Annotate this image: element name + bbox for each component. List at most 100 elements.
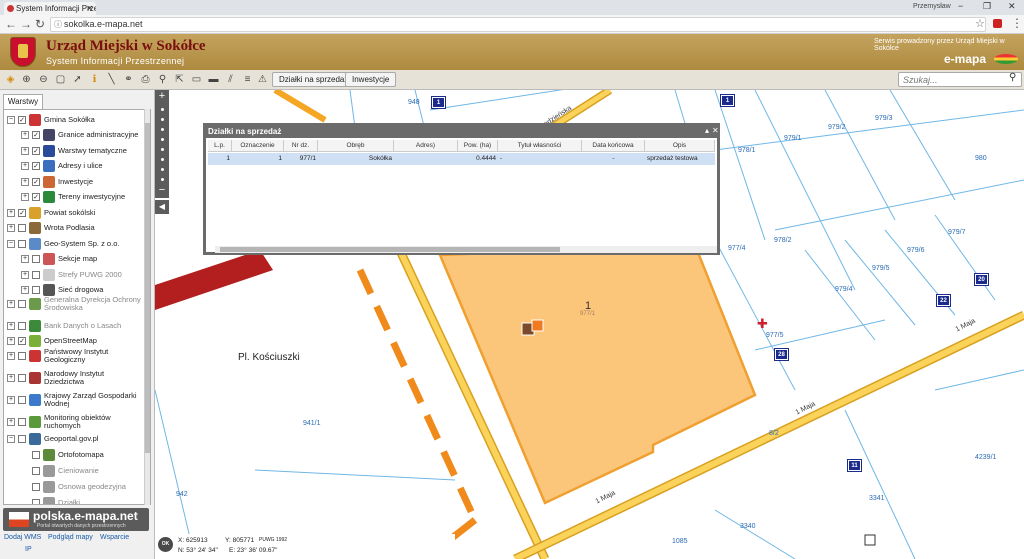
layer-item[interactable]: + Strefy PUWG 2000: [21, 267, 145, 282]
expand-toggle[interactable]: +: [21, 192, 29, 201]
column-header[interactable]: Data końcowa: [582, 140, 645, 152]
layer-item[interactable]: + ✓ Granice administracyjne: [21, 127, 145, 142]
browser-user[interactable]: Przemysław: [913, 3, 951, 10]
url-input[interactable]: ⓘ sokolka.e-mapa.net: [50, 17, 986, 32]
layer-item[interactable]: − ✓ Gmina Sokółka: [7, 112, 145, 127]
menu-icon[interactable]: ≡: [241, 73, 254, 86]
scrollbar-thumb[interactable]: [220, 247, 560, 252]
close-window-icon[interactable]: ✕: [1008, 1, 1016, 12]
layer-tree-scrollbar[interactable]: [144, 109, 150, 505]
map-preview-link[interactable]: Podgląd mapy: [48, 534, 93, 541]
layer-item[interactable]: + ✓ OpenStreetMap: [7, 333, 145, 348]
add-wms-link[interactable]: Dodaj WMS: [4, 534, 41, 541]
expand-toggle[interactable]: −: [7, 239, 15, 248]
layer-checkbox[interactable]: [32, 498, 40, 504]
layer-checkbox[interactable]: [32, 450, 40, 459]
expand-toggle[interactable]: +: [21, 270, 29, 279]
layer-checkbox[interactable]: ✓: [18, 336, 26, 345]
address-badge[interactable]: 20: [974, 273, 989, 286]
ok-icon[interactable]: OK: [158, 537, 173, 552]
expand-toggle[interactable]: +: [7, 208, 15, 217]
tab-layers[interactable]: Warstwy: [3, 94, 43, 109]
expand-toggle[interactable]: +: [21, 254, 29, 263]
expand-toggle[interactable]: +: [21, 177, 29, 186]
expand-toggle[interactable]: −: [7, 434, 15, 443]
warning-icon[interactable]: ⚠: [256, 73, 269, 86]
collapse-panel-icon[interactable]: ◀: [155, 200, 169, 214]
expand-toggle[interactable]: +: [7, 417, 15, 426]
layer-item[interactable]: + Państwowy Instytut Geologiczny: [7, 347, 145, 363]
back-icon[interactable]: ←: [5, 17, 17, 31]
layer-checkbox[interactable]: ✓: [32, 146, 40, 155]
layer-item[interactable]: + Monitoring obiektów ruchomych: [7, 413, 145, 429]
comment-icon[interactable]: ▭: [190, 73, 203, 86]
column-header[interactable]: Adres): [394, 140, 458, 152]
expand-toggle[interactable]: +: [7, 299, 15, 308]
expand-toggle[interactable]: +: [21, 130, 29, 139]
browser-tab[interactable]: System Informacji Przes ✕: [4, 2, 96, 15]
sale-parcels-button[interactable]: Działki na sprzedaż: [272, 72, 356, 87]
layer-checkbox[interactable]: [18, 373, 26, 382]
layer-checkbox[interactable]: ✓: [18, 208, 26, 217]
column-header[interactable]: Nr dz.: [284, 140, 318, 152]
layer-item[interactable]: Działki: [21, 495, 145, 504]
layer-checkbox[interactable]: [18, 321, 26, 330]
zoom-out-icon[interactable]: ⊖: [37, 73, 50, 86]
support-link[interactable]: Wsparcie: [100, 534, 129, 541]
layer-checkbox[interactable]: [32, 285, 40, 294]
table-icon[interactable]: ▬: [207, 73, 220, 86]
layer-item[interactable]: + ✓ Adresy i ulice: [21, 158, 145, 173]
address-badge[interactable]: 1: [720, 94, 735, 107]
layer-checkbox[interactable]: [32, 254, 40, 263]
minimize-dialog-icon[interactable]: ▴: [705, 126, 709, 135]
layer-item[interactable]: Osnowa geodezyjna: [21, 479, 145, 494]
layer-checkbox[interactable]: ✓: [32, 192, 40, 201]
address-badge[interactable]: 11: [847, 459, 862, 472]
print-icon[interactable]: ⎙: [139, 73, 152, 86]
column-header[interactable]: Oznaczenie: [232, 140, 284, 152]
expand-toggle[interactable]: +: [7, 321, 15, 330]
maximize-icon[interactable]: ❐: [983, 1, 991, 12]
pin-icon[interactable]: ⚲: [156, 73, 169, 86]
address-badge[interactable]: 1: [431, 96, 446, 109]
zoom-slider[interactable]: + −: [155, 90, 169, 198]
layer-item[interactable]: + Sekcje map: [21, 251, 145, 266]
layer-item[interactable]: Ortofotomapa: [21, 447, 145, 462]
minimize-icon[interactable]: −: [958, 1, 963, 11]
search-input[interactable]: [898, 72, 1022, 87]
layer-item[interactable]: + Bank Danych o Lasach: [7, 318, 145, 333]
layer-checkbox[interactable]: [18, 223, 26, 232]
column-header[interactable]: Obręb: [318, 140, 394, 152]
close-tab-icon[interactable]: ✕: [86, 2, 93, 15]
zoom-in-icon[interactable]: ⊕: [20, 73, 33, 86]
layer-item[interactable]: − Geo-System Sp. z o.o.: [7, 236, 145, 251]
zoom-out-map-icon[interactable]: −: [155, 184, 169, 196]
column-header[interactable]: Opis: [645, 140, 715, 152]
measure-distance-icon[interactable]: ╲: [105, 73, 118, 86]
reload-icon[interactable]: ↻: [35, 17, 45, 31]
layer-checkbox[interactable]: [32, 466, 40, 475]
layer-checkbox[interactable]: [18, 351, 26, 360]
layer-checkbox[interactable]: [18, 299, 26, 308]
expand-toggle[interactable]: −: [7, 115, 15, 124]
layer-checkbox[interactable]: [18, 395, 26, 404]
layer-item[interactable]: + Narodowy Instytut Dziedzictwa: [7, 369, 145, 385]
layer-item[interactable]: + Krajowy Zarząd Gospodarki Wodnej: [7, 391, 145, 407]
scrollbar-thumb[interactable]: [145, 123, 150, 453]
layer-checkbox[interactable]: ✓: [32, 177, 40, 186]
layer-item[interactable]: + Generalna Dyrekcja Ochrony Środowiska: [7, 295, 145, 311]
expand-toggle[interactable]: +: [7, 336, 15, 345]
link-icon[interactable]: ⚭: [122, 73, 135, 86]
sale-marker[interactable]: [531, 319, 544, 332]
zoom-extent-icon[interactable]: ▢: [54, 73, 67, 86]
investments-button[interactable]: Inwestycje: [345, 72, 397, 87]
layer-item[interactable]: − Geoportal.gov.pl: [7, 431, 145, 446]
table-row[interactable]: 1 1 977/1 Sokółka 0.4444- - sprzedaż testowa: [208, 153, 715, 165]
select-arrow-icon[interactable]: ➚: [71, 73, 84, 86]
layers-icon[interactable]: ◈: [4, 73, 17, 86]
browser-menu-icon[interactable]: ⋮: [1011, 16, 1023, 30]
expand-toggle[interactable]: +: [21, 285, 29, 294]
export-icon[interactable]: ⇱: [173, 73, 186, 86]
hatch-icon[interactable]: ⫽: [224, 73, 237, 86]
layer-checkbox[interactable]: [18, 434, 26, 443]
